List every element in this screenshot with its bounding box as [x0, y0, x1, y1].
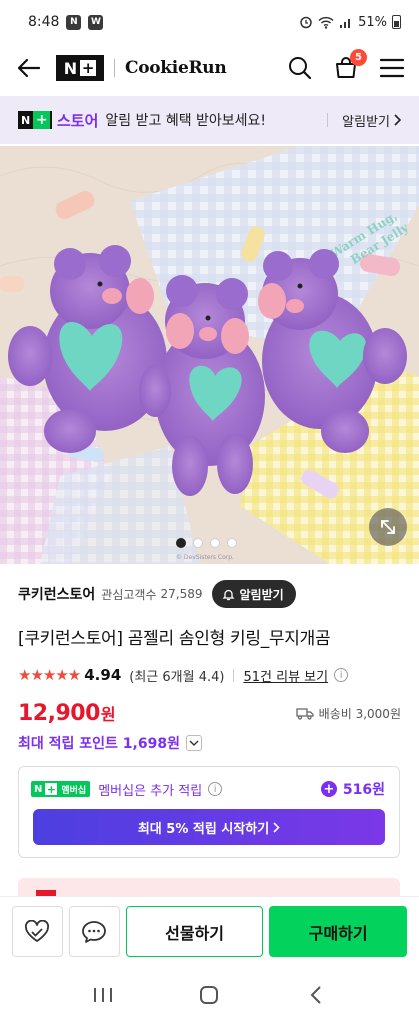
store-name-link[interactable]: 쿠키런스토어: [18, 584, 95, 604]
notification-webtoon-icon: W: [88, 14, 104, 30]
chat-bubble-icon: [82, 920, 107, 943]
shipping-fee: 배송비 3,000원: [318, 706, 401, 721]
notify-link-label: 알림받기: [342, 114, 390, 130]
carousel-dots: [176, 538, 237, 548]
menu-button[interactable]: [377, 53, 407, 83]
max-points-label: 최대 적립 포인트 1,698원: [18, 736, 180, 752]
info-icon[interactable]: i: [334, 668, 349, 682]
membership-badge-text: 멤버십: [61, 785, 87, 796]
recent-rating: (최근 6개월 4.4): [129, 669, 225, 685]
back-nav-button[interactable]: [296, 975, 336, 1015]
carousel-dot[interactable]: [210, 538, 220, 548]
status-right: 51%: [299, 15, 401, 30]
buy-button[interactable]: 구매하기: [269, 906, 408, 957]
cart-button[interactable]: 5: [331, 49, 367, 83]
price-unit: 원: [100, 705, 116, 724]
expand-image-button[interactable]: [369, 508, 407, 546]
store-label: 스토어: [57, 111, 99, 130]
carousel-dot[interactable]: [227, 538, 237, 548]
status-bar: 8:48 N W 51%: [0, 0, 419, 44]
search-button[interactable]: [285, 53, 315, 83]
system-nav-bar: [0, 966, 419, 1024]
app-header: N + CookieRun 5: [0, 44, 419, 92]
carousel-dot[interactable]: [193, 538, 203, 548]
cookierun-brand-logo[interactable]: CookieRun: [125, 58, 227, 78]
follower-count: 27,589: [160, 587, 203, 601]
membership-top: N + 멤버십 멤버십은 추가 적립 i + 516원: [31, 779, 385, 799]
membership-extra-points: + 516원: [320, 779, 385, 799]
follower-label: 관심고객수: [101, 587, 157, 602]
store-notify-button[interactable]: 알림받기: [212, 580, 296, 608]
membership-cta-label: 최대 5% 적립 시작하기: [137, 821, 270, 837]
rating-stars: ★★★★★: [18, 666, 81, 684]
naver-plus-logo[interactable]: N +: [56, 55, 104, 81]
naver-plus-membership-badge: N + 멤버십: [31, 781, 91, 797]
signal-icon: [340, 18, 351, 28]
product-title: [쿠키런스토어] 곰젤리 솜인형 키링_무지개곰: [18, 629, 331, 649]
membership-start-button[interactable]: 최대 5% 적립 시작하기: [33, 809, 385, 845]
home-icon: [200, 986, 219, 1004]
mini-logo-plus: +: [33, 111, 51, 129]
gift-button[interactable]: 선물하기: [125, 906, 264, 957]
price-value: 12,900: [18, 700, 100, 726]
notify-subscribe-link[interactable]: 알림받기: [342, 111, 401, 130]
plus-circle-icon: +: [320, 781, 337, 797]
truck-icon: [296, 707, 314, 720]
recent-apps-icon: [94, 988, 113, 1002]
chevron-left-icon: [310, 986, 321, 1004]
carousel-dot[interactable]: [176, 538, 186, 548]
logo-n: N: [63, 58, 78, 78]
chevron-down-icon: [189, 740, 199, 746]
chevron-right-icon: [394, 114, 401, 126]
banner-divider: [327, 113, 329, 127]
image-copyright: © DevSisters Corp.: [176, 554, 234, 561]
heart-check-icon: [25, 919, 50, 942]
store-notify-banner: N + 스토어 알림 받고 혜택 받아보세요! 알림받기: [0, 96, 419, 144]
battery-percent: 51%: [358, 14, 387, 30]
talk-inquiry-button[interactable]: [68, 906, 120, 957]
search-icon: [289, 57, 312, 80]
store-notify-label: 알림받기: [239, 587, 284, 602]
status-time: 8:48: [28, 14, 60, 30]
bottom-action-bar: 선물하기 구매하기: [0, 896, 419, 966]
logo-divider: [114, 59, 115, 77]
product-image-carousel[interactable]: Warm Hug, Bear Jelly © DevSisters Corp.: [0, 146, 419, 564]
store-info-row: 쿠키런스토어 관심고객수 27,589 알림받기: [18, 578, 401, 610]
status-left: 8:48 N W: [28, 14, 104, 30]
bell-plus-icon: [222, 589, 236, 600]
membership-text: 멤버십은 추가 적립: [98, 783, 203, 799]
recent-apps-button[interactable]: [83, 975, 123, 1015]
review-link[interactable]: 51건 리뷰 보기: [243, 666, 328, 685]
hamburger-menu-icon: [380, 58, 404, 78]
logo-plus: +: [80, 58, 97, 77]
battery-icon: [392, 15, 401, 29]
rating-row: ★★★★★ 4.94 (최근 6개월 4.4) 51건 리뷰 보기 i: [18, 664, 401, 686]
membership-info-icon[interactable]: i: [208, 782, 223, 796]
alarm-icon: [300, 16, 312, 29]
banner-message: 알림 받고 혜택 받아보세요!: [105, 113, 267, 129]
naver-plus-mini-logo: N +: [18, 111, 52, 129]
arrow-left-icon: [18, 59, 40, 77]
membership-box: N + 멤버십 멤버십은 추가 적립 i + 516원 최대 5% 적립 시작하…: [18, 766, 400, 858]
membership-badge-n: N: [31, 783, 46, 795]
points-expand-button[interactable]: [185, 735, 202, 751]
price-row: 12,900 원 배송비 3,000원: [18, 698, 401, 728]
back-button[interactable]: [16, 55, 42, 81]
expand-icon: [381, 520, 395, 534]
wishlist-button[interactable]: [12, 906, 63, 957]
membership-badge-plus: +: [45, 782, 58, 796]
cart-count-badge: 5: [350, 49, 367, 66]
header-actions: 5: [285, 49, 407, 83]
product-photo: Warm Hug, Bear Jelly: [0, 146, 419, 564]
wifi-icon: [318, 16, 334, 29]
max-points-row[interactable]: 최대 적립 포인트 1,698원: [18, 731, 202, 755]
mini-logo-n: N: [21, 113, 31, 127]
membership-extra-points-value: 516원: [342, 782, 385, 798]
rating-value: 4.94: [84, 666, 122, 684]
shipping-info: 배송비 3,000원: [296, 705, 401, 722]
chevron-right-icon: [273, 821, 280, 833]
review-divider: [233, 668, 235, 682]
notification-app-icon: N: [66, 14, 82, 30]
home-button[interactable]: [189, 975, 229, 1015]
